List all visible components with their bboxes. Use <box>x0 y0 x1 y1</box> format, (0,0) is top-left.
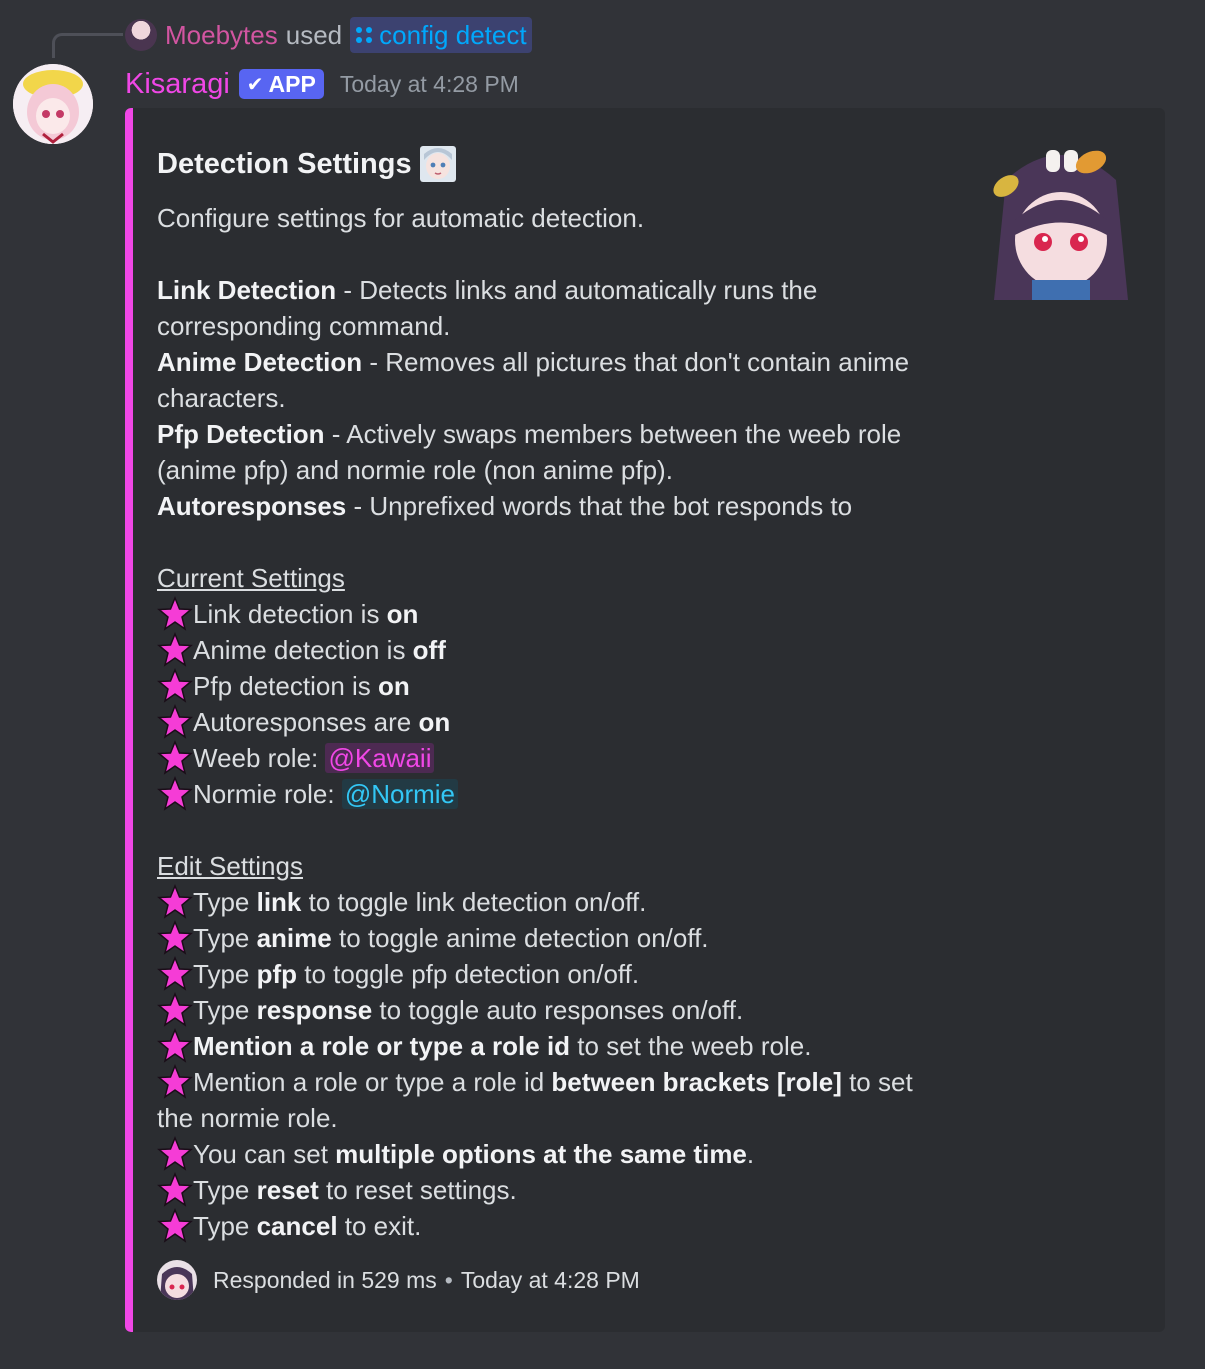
anime-girl-emoji-icon <box>419 146 456 182</box>
star-icon <box>157 920 193 956</box>
setting-autoresponses: Autoresponses are on <box>157 704 957 740</box>
footer-avatar-icon <box>157 1260 197 1300</box>
edit-weeb-role: Mention a role or type a role id to set … <box>157 1028 957 1064</box>
feature-link-detection-cont: corresponding command. <box>157 311 451 341</box>
reply-used-text: used <box>285 19 343 50</box>
message-header: Kisaragi ✔ APP Today at 4:28 PM <box>125 64 519 104</box>
bot-avatar[interactable] <box>13 64 93 144</box>
apps-icon <box>356 27 373 43</box>
thumbnail-art <box>993 150 1128 300</box>
edit-normie-role: Mention a role or type a role id between… <box>157 1064 957 1100</box>
message-timestamp[interactable]: Today at 4:28 PM <box>340 71 519 98</box>
star-icon <box>157 884 193 920</box>
reply-username[interactable]: Moebytes <box>165 20 278 51</box>
star-icon <box>157 1136 193 1172</box>
edit-multiple: You can set multiple options at the same… <box>157 1136 957 1172</box>
setting-pfp: Pfp detection is on <box>157 668 957 704</box>
embed-footer: Responded in 529 ms • Today at 4:28 PM <box>157 1260 640 1300</box>
star-icon <box>157 596 193 632</box>
bot-avatar-art <box>13 64 93 144</box>
bot-username[interactable]: Kisaragi <box>125 68 230 101</box>
edit-anime: Type anime to toggle anime detection on/… <box>157 920 957 956</box>
app-badge: ✔ APP <box>238 69 324 99</box>
role-mention-normie[interactable]: @Normie <box>341 779 459 809</box>
edit-pfp: Type pfp to toggle pfp detection on/off. <box>157 956 957 992</box>
edit-settings-heading: Edit Settings <box>157 851 303 881</box>
star-icon <box>157 632 193 668</box>
star-icon <box>157 704 193 740</box>
star-icon <box>157 1208 193 1244</box>
verified-check-icon: ✔ <box>246 73 264 96</box>
setting-weeb-role: Weeb role: @Kawaii <box>157 740 957 776</box>
embed-description: Configure settings for automatic detecti… <box>157 200 957 1244</box>
edit-reset: Type reset to reset settings. <box>157 1172 957 1208</box>
feature-pfp-detection-cont: (anime pfp) and normie role (non anime p… <box>157 455 673 485</box>
feature-pfp-detection: Pfp Detection - Actively swaps members b… <box>157 419 902 449</box>
description-line: Configure settings for automatic detecti… <box>157 203 645 233</box>
star-icon <box>157 1028 193 1064</box>
embed: Detection Settings Configure settings fo… <box>125 108 1165 1332</box>
feature-autoresponses: Autoresponses - Unprefixed words that th… <box>157 491 853 521</box>
reply-context[interactable]: Moebytes used config detect <box>125 17 532 53</box>
role-mention-kawaii[interactable]: @Kawaii <box>325 743 435 773</box>
star-icon <box>157 1172 193 1208</box>
footer-timestamp: Today at 4:28 PM <box>460 1266 640 1293</box>
setting-anime: Anime detection is off <box>157 632 957 668</box>
edit-response: Type response to toggle auto responses o… <box>157 992 957 1028</box>
slash-command-chip[interactable]: config detect <box>350 17 532 53</box>
edit-link: Type link to toggle link detection on/of… <box>157 884 957 920</box>
star-icon <box>157 668 193 704</box>
star-icon <box>157 1064 193 1100</box>
footer-separator: • <box>444 1266 453 1293</box>
star-icon <box>157 956 193 992</box>
feature-anime-detection: Anime Detection - Removes all pictures t… <box>157 347 910 377</box>
embed-title-text: Detection Settings <box>157 147 412 180</box>
app-badge-label: APP <box>268 70 316 97</box>
footer-text: Responded in 529 ms <box>213 1266 437 1293</box>
slash-command-name: config detect <box>379 19 527 50</box>
edit-normie-role-cont: the normie role. <box>157 1103 338 1133</box>
reply-connector <box>52 33 123 58</box>
feature-link-detection: Link Detection - Detects links and autom… <box>157 275 818 305</box>
star-icon <box>157 740 193 776</box>
embed-title: Detection Settings <box>157 144 456 184</box>
star-icon <box>157 992 193 1028</box>
star-icon <box>157 776 193 812</box>
edit-cancel: Type cancel to exit. <box>157 1208 957 1244</box>
setting-link: Link detection is on <box>157 596 957 632</box>
embed-thumbnail[interactable] <box>988 140 1134 300</box>
feature-anime-detection-cont: characters. <box>157 383 286 413</box>
setting-normie-role: Normie role: @Normie <box>157 776 957 812</box>
reply-user-avatar[interactable] <box>125 19 157 51</box>
current-settings-heading: Current Settings <box>157 563 345 593</box>
embed-accent-bar <box>125 108 133 1332</box>
